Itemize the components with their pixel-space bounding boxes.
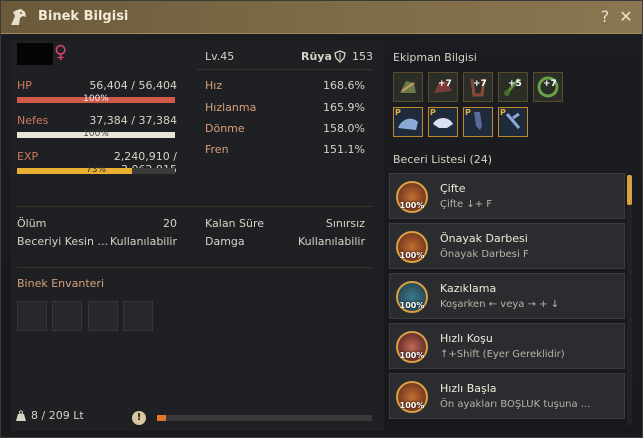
title-bar[interactable]: Binek Bilgisi ? ✕	[1, 1, 642, 34]
ring-icon[interactable]: +7	[533, 72, 563, 102]
acceleration-value: 165.9%	[323, 101, 365, 114]
saddle-icon[interactable]: P	[428, 107, 458, 137]
exp-bar: 73%	[17, 165, 175, 175]
brake-label: Fren	[205, 143, 229, 156]
defense-value: 153	[352, 50, 373, 63]
shoe-icon[interactable]: P	[498, 107, 528, 137]
exp-label: EXP	[17, 150, 39, 163]
skill-description: Önayak Darbesi F	[440, 249, 529, 260]
skill-item[interactable]: 100% Önayak Darbesi Önayak Darbesi F	[389, 223, 625, 269]
remaining-time-value: Sınırsız	[325, 217, 365, 230]
death-value: 20	[163, 217, 177, 230]
help-button[interactable]: ?	[597, 7, 613, 27]
inventory-slot[interactable]	[17, 301, 47, 331]
skill-item[interactable]: 100% Kazıklama Koşarken ← veya → + ↓	[389, 273, 625, 319]
skill-description: Koşarken ← veya → + ↓	[440, 299, 560, 310]
horse-head-icon	[11, 9, 26, 25]
hp-label: HP	[17, 79, 32, 92]
forelimb-strike-skill-icon: 100%	[396, 231, 428, 263]
rear-up-skill-icon: 100%	[396, 281, 428, 313]
level-text: Lv.45	[205, 50, 235, 63]
speed-label: Hız	[205, 79, 223, 92]
skill-list[interactable]: 100% Çifte Çifte ↓+ F 100% Önayak Darbes…	[389, 173, 628, 423]
stamina-value: 37,384 / 37,384	[89, 114, 177, 127]
stamina-label: Nefes	[17, 114, 49, 127]
armor-icon[interactable]: P	[393, 107, 423, 137]
skill-name: Hızlı Koşu	[440, 332, 493, 345]
turning-value: 158.0%	[323, 122, 365, 135]
stirrup-icon[interactable]: P	[463, 107, 493, 137]
divider	[17, 267, 372, 268]
female-icon: ♀	[54, 42, 68, 63]
scroll-thumb[interactable]	[627, 175, 632, 205]
skill-cancel-label: Beceriyi Kesin ...	[17, 235, 108, 248]
speed-value: 168.6%	[323, 79, 365, 92]
skill-description: ↑+Shift (Eyer Gereklidir)	[440, 349, 565, 360]
stirrups-icon[interactable]: +7	[463, 72, 493, 102]
saddle-gear-icon[interactable]	[393, 72, 423, 102]
skill-cancel-value: Kullanılabilir	[110, 235, 177, 248]
kick-skill-icon: 100%	[396, 181, 428, 213]
skill-item[interactable]: 100% Hızlı Koşu ↑+Shift (Eyer Gereklidir…	[389, 323, 625, 369]
skill-name: Çifte	[440, 182, 466, 195]
inventory-slot[interactable]	[52, 301, 82, 331]
shield-icon	[334, 50, 346, 63]
sprint-skill-icon: 100%	[396, 331, 428, 363]
hp-bar: 100%	[17, 94, 175, 104]
divider	[197, 69, 372, 70]
window-title: Binek Bilgisi	[38, 9, 129, 24]
skill-item[interactable]: 100% Hızlı Başla Ön ayakları BOŞLUK tuşu…	[389, 373, 625, 419]
skill-count: (24)	[469, 153, 493, 166]
equipment-title: Ekipman Bilgisi	[393, 51, 477, 64]
skill-description: Çifte ↓+ F	[440, 199, 493, 210]
brake-value: 151.1%	[323, 143, 365, 156]
skill-name: Kazıklama	[440, 282, 497, 295]
skill-description: Ön ayakları BOŞLUK tuşuna ...	[440, 399, 591, 410]
mount-name: Rüya	[301, 50, 332, 63]
mount-info-window: Binek Bilgisi ? ✕ ♀ HP 56,404 / 56,404 1…	[0, 0, 643, 438]
skill-list-scrollbar[interactable]	[627, 175, 632, 425]
hp-bar-percent: 100%	[83, 94, 109, 104]
skill-list-title-text: Beceri Listesi	[393, 153, 466, 166]
skill-name: Önayak Darbesi	[440, 232, 528, 245]
death-label: Ölüm	[17, 217, 47, 230]
weight-bar	[157, 415, 372, 421]
hp-value: 56,404 / 56,404	[89, 79, 177, 92]
exp-bar-percent: 73%	[85, 165, 106, 175]
brand-label: Damga	[205, 235, 245, 248]
stamina-bar-percent: 100%	[83, 129, 109, 139]
quick-start-skill-icon: 100%	[396, 381, 428, 413]
close-button[interactable]: ✕	[618, 7, 634, 27]
horseshoe-icon[interactable]: +5	[498, 72, 528, 102]
inventory-slot[interactable]	[123, 301, 153, 331]
info-button[interactable]: !	[132, 411, 146, 425]
stamina-bar: 100%	[17, 129, 175, 139]
remaining-time-label: Kalan Süre	[205, 217, 265, 230]
weight-bar-fill	[157, 415, 166, 421]
weight-text: 8 / 209 Lt	[31, 409, 84, 422]
divider	[17, 206, 372, 207]
barding-icon[interactable]: +7	[428, 72, 458, 102]
weight-icon	[16, 410, 26, 421]
skill-list-title: Beceri Listesi (24)	[393, 153, 492, 166]
inventory-title: Binek Envanteri	[17, 277, 105, 290]
brand-value: Kullanılabilir	[298, 235, 365, 248]
acceleration-label: Hızlanma	[205, 101, 257, 114]
skill-name: Hızlı Başla	[440, 382, 497, 395]
inventory-slot[interactable]	[88, 301, 118, 331]
turning-label: Dönme	[205, 122, 245, 135]
skill-item[interactable]: 100% Çifte Çifte ↓+ F	[389, 173, 625, 219]
redacted-name	[17, 43, 53, 65]
